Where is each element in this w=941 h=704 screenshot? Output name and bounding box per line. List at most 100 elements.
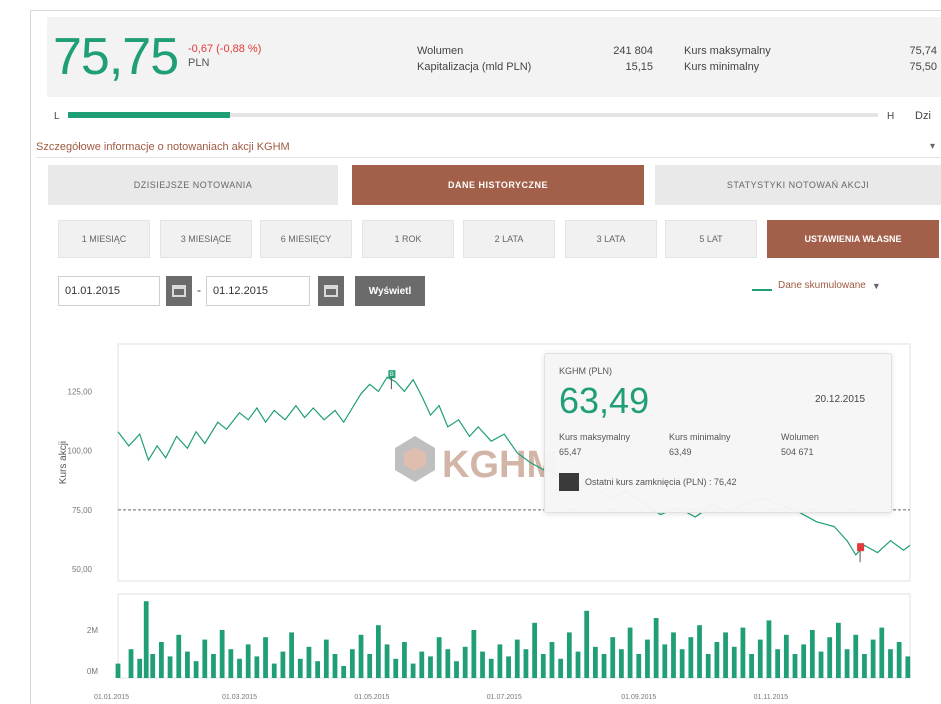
volume-bar: [862, 654, 867, 678]
period-3-years[interactable]: 3 LATA: [565, 220, 657, 258]
volume-bar: [627, 627, 633, 678]
volume-bar: [367, 654, 373, 678]
period-6-months[interactable]: 6 MIESIĘCY: [260, 220, 352, 258]
stat-label-min-price: Kurs minimalny: [684, 61, 760, 73]
volume-bar: [323, 639, 329, 678]
volume-bar: [115, 663, 121, 678]
cumulative-data-toggle[interactable]: Dane skumulowane ▼: [752, 280, 881, 291]
tooltip-value-min: 63,49: [669, 447, 692, 457]
range-high-label: H: [887, 111, 895, 122]
stat-value-max-price: 75,74: [909, 45, 937, 57]
volume-bar: [159, 642, 164, 678]
details-toggle[interactable]: Szczegółowe informacje o notowaniach akc…: [36, 141, 290, 153]
volume-panel-frame: [117, 593, 911, 679]
period-5-years[interactable]: 5 LAT: [665, 220, 757, 258]
volume-bar: [358, 634, 364, 678]
x-tick-label: 01.03.2015: [222, 694, 257, 701]
volume-bar: [332, 654, 338, 678]
cumulative-data-label: Dane skumulowane: [778, 280, 866, 291]
period-1-month[interactable]: 1 MIESIĄC: [58, 220, 150, 258]
calendar-icon[interactable]: [318, 276, 344, 306]
chart-tooltip: KGHM (PLN) 63,49 20.12.2015 Kurs maksyma…: [544, 353, 892, 513]
show-button[interactable]: Wyświetl: [355, 276, 425, 306]
volume-bar: [853, 634, 859, 678]
volume-bar: [896, 642, 902, 678]
volume-bar: [393, 658, 399, 678]
volume-bar: [723, 632, 728, 678]
volume-bar: [237, 658, 242, 678]
price-change: -0,67 (-0,88 %): [188, 43, 262, 55]
logo-text: KGHM: [442, 444, 558, 486]
y-tick-label: 75,00: [72, 506, 93, 515]
y-tick-label: 50,00: [72, 565, 93, 574]
marker-flag: [857, 543, 865, 552]
tooltip-label-max: Kurs maksymalny: [559, 432, 631, 442]
period-2-years[interactable]: 2 LATA: [463, 220, 555, 258]
volume-bar: [801, 644, 807, 678]
volume-bar: [645, 639, 650, 678]
period-1-year[interactable]: 1 ROK: [362, 220, 454, 258]
volume-bar: [879, 627, 885, 678]
volume-bar: [714, 642, 720, 678]
tab-historical-data[interactable]: DANE HISTORYCZNE: [352, 165, 644, 205]
divider: [36, 157, 941, 158]
date-to-input[interactable]: [206, 276, 310, 306]
period-3-months[interactable]: 3 MIESIĄCE: [160, 220, 252, 258]
marker-label: B: [390, 372, 394, 378]
volume-bar: [905, 656, 911, 678]
calendar-icon[interactable]: [166, 276, 192, 306]
volume-bar: [809, 630, 815, 678]
tooltip-price: 63,49: [559, 380, 650, 421]
volume-bar: [731, 646, 737, 678]
date-from-input[interactable]: [58, 276, 160, 306]
volume-bar: [271, 663, 277, 678]
x-tick-label: 01.11.2015: [754, 694, 789, 701]
volume-bar: [202, 639, 208, 678]
volume-bar: [263, 637, 268, 678]
volume-bar: [818, 651, 824, 678]
volume-bar: [749, 654, 754, 678]
tab-stock-statistics[interactable]: STATYSTYKI NOTOWAŃ AKCJI: [655, 165, 941, 205]
volume-bar: [601, 654, 607, 678]
volume-bar: [844, 649, 850, 678]
volume-bar: [766, 620, 772, 678]
volume-bar: [888, 649, 893, 678]
area-chart-icon: [752, 281, 772, 291]
volume-bar: [488, 658, 494, 678]
volume-bar: [245, 644, 251, 678]
day-range-bar: [68, 112, 878, 118]
volume-bar: [280, 651, 286, 678]
volume-tick-label: 0M: [87, 667, 98, 676]
tab-today-quotes[interactable]: DZISIEJSZE NOTOWANIA: [48, 165, 338, 205]
tooltip-company: KGHM (PLN): [559, 366, 613, 376]
volume-bar: [428, 656, 433, 678]
chevron-down-icon[interactable]: ▾: [930, 141, 935, 152]
volume-bar: [558, 658, 564, 678]
tooltip-last-close: Ostatni kurs zamknięcia (PLN) : 76,42: [585, 477, 737, 487]
volume-bar: [315, 661, 321, 678]
tooltip-swatch: [559, 473, 579, 491]
current-price: 75,75: [53, 28, 179, 86]
period-custom-settings[interactable]: USTAWIENIA WŁASNE: [767, 220, 939, 258]
stat-value-volume: 241 804: [613, 45, 653, 57]
kghm-logo: KGHM: [395, 436, 558, 486]
volume-bar: [870, 639, 876, 678]
volume-bar: [497, 644, 503, 678]
volume-bar: [297, 658, 303, 678]
volume-bar: [289, 632, 294, 678]
volume-bar: [128, 649, 134, 678]
stat-label-capitalization: Kapitalizacja (mld PLN): [417, 61, 532, 73]
volume-bar: [740, 627, 746, 678]
volume-bar: [375, 625, 381, 678]
volume-bar: [402, 642, 407, 678]
volume-tick-label: 2M: [87, 626, 98, 635]
volume-bar: [540, 654, 546, 678]
volume-bar: [566, 632, 572, 678]
x-axis: 01.01.2015 01.03.2015 01.05.2015 01.07.2015…: [94, 694, 788, 701]
volume-bar: [219, 630, 225, 678]
volume-bar: [341, 666, 347, 678]
volume-bar: [775, 649, 781, 678]
volume-bar: [671, 632, 676, 678]
volume-bar: [436, 637, 442, 678]
volume-bar: [419, 651, 425, 678]
